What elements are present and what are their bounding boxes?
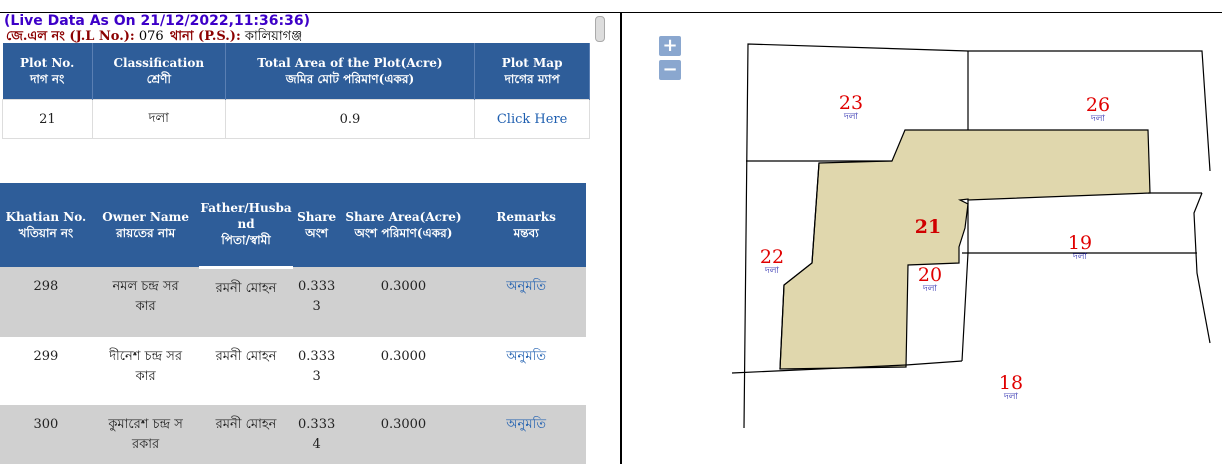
plot-table: Plot No. দাগ নং Classification শ্রেণী Tota… [2, 43, 590, 139]
click-here-link[interactable]: Click Here [497, 112, 568, 127]
plot-map[interactable]: + − 23 দলা 26 দলা 21 22 দলা 19 দলা 20 দল… [622, 13, 1222, 464]
khatian-cell: 299 [33, 348, 59, 364]
plot-class-19: দলা [1072, 252, 1087, 262]
plot-number-22: 22 [760, 246, 784, 268]
share-area-cell: 0.3000 [380, 348, 427, 364]
col-share-area: Share Area(Acre) অংশ পরিমাণ(একর) [340, 183, 467, 267]
table-row: 21 দলা 0.9 Click Here [2, 99, 590, 139]
col-khatian: Khatian No. খতিয়ান নং [0, 183, 92, 267]
owner-cell: কুমারেশ চন্দ্র স রকার [91, 404, 200, 464]
map-canvas: 23 দলা 26 দলা 21 22 দলা 19 দলা 20 দলা 18… [731, 43, 1211, 429]
plot-number-20: 20 [918, 264, 942, 286]
khatian-cell: 300 [0, 404, 92, 464]
plot-class-18: দলা [1003, 392, 1018, 402]
jl-value: 076 [138, 29, 164, 44]
area-cell: 0.9 [224, 99, 476, 139]
father-cell: রমনী মোহন [199, 267, 293, 337]
plot-number-18: 18 [999, 372, 1023, 394]
owner-table: Khatian No. খতিয়ান নং Owner Name রায়তের … [0, 183, 586, 464]
father-cell: রমনী মোহন [199, 404, 293, 464]
father-cell: রমনী মোহন [215, 348, 277, 364]
zoom-out-button[interactable]: − [659, 60, 681, 80]
owner-cell: দীনেশ চন্দ্র সর কার [109, 348, 182, 384]
khatian-cell: 298 [0, 267, 92, 337]
remarks-cell: অনুমতি [466, 337, 586, 405]
owner-table-header: Khatian No. খতিয়ান নং Owner Name রায়তের … [0, 183, 586, 269]
jl-label: জে.এল নং (J.L No.): [6, 29, 135, 44]
table-row: 300 কুমারেশ চন্দ্র স রকার রমনী মোহন 0.333… [0, 404, 586, 464]
plot-class-26: দলা [1090, 114, 1105, 124]
plot-class-22: দলা [764, 266, 779, 276]
col-share: Share অংশ [292, 183, 341, 267]
remarks-cell: অনুমতি [466, 404, 586, 464]
zoom-in-button[interactable]: + [659, 36, 681, 56]
share-area-cell: 0.3000 [340, 267, 467, 337]
permission-link[interactable]: অনুমতি [506, 417, 546, 432]
share-cell: 0.333 3 [292, 267, 341, 337]
selected-plot-21[interactable] [779, 129, 1151, 370]
classification-cell: দলা [91, 99, 226, 139]
plot-info-panel[interactable]: (Live Data As On 21/12/2022,11:36:36) জে… [0, 13, 620, 464]
ps-value: কালিয়াগঞ্জ [244, 29, 303, 44]
plot-number-23: 23 [839, 92, 863, 114]
table-row: 299 দীনেশ চন্দ্র সর কার রমনী মোহন 0.333 3 … [0, 337, 586, 405]
plot-number-19: 19 [1068, 232, 1092, 254]
plot-table-header: Plot No. দাগ নং Classification শ্রেণী Tota… [2, 43, 590, 100]
plot-map-cell: Click Here [474, 99, 590, 139]
scrollbar-thumb[interactable] [595, 16, 605, 42]
share-cell: 0.333 4 [292, 404, 341, 464]
ps-label: থানা (P.S.): [169, 29, 241, 44]
permission-link[interactable]: অনুমতি [506, 349, 546, 364]
table-row: 298 নমল চন্দ্র সর কার রমনী মোহন 0.333 3 0.… [0, 267, 586, 337]
plot-number-26: 26 [1086, 94, 1110, 116]
plot-class-23: দলা [843, 112, 858, 122]
plot-number-21: 21 [915, 216, 941, 238]
share-cell: 0.333 3 [298, 348, 336, 384]
plot-no-cell: 21 [2, 99, 93, 139]
col-owner-name: Owner Name রায়তের নাম [91, 183, 200, 267]
remarks-cell: অনুমতি [466, 267, 586, 337]
plot-class-20: দলা [922, 284, 937, 294]
col-plot-map: Plot Map দাগের ম্যাপ [474, 43, 590, 100]
col-remarks: Remarks মন্তব্য [466, 183, 586, 267]
permission-link[interactable]: অনুমতি [506, 279, 546, 294]
owner-cell: নমল চন্দ্র সর কার [91, 267, 200, 337]
parcel-boundaries [731, 43, 1211, 429]
col-classification: Classification শ্রেণী [92, 43, 226, 100]
col-total-area: Total Area of the Plot(Acre) জমির মোট পরি… [225, 43, 476, 100]
col-plot-no: Plot No. দাগ নং [2, 43, 93, 100]
share-area-cell: 0.3000 [340, 404, 467, 464]
col-father-husband: Father/Husba nd পিতা/স্বামী [199, 183, 293, 269]
